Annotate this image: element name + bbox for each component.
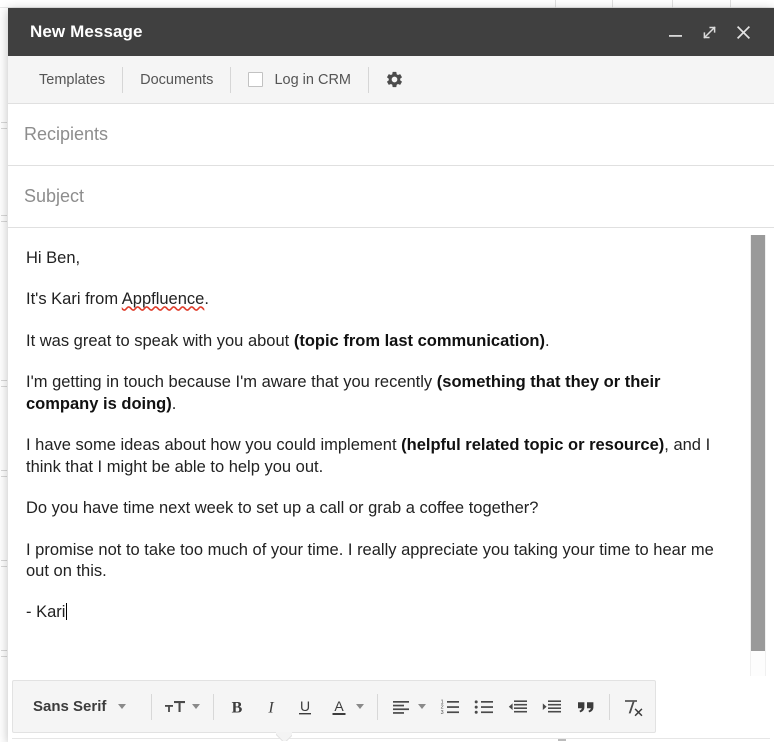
body-paragraph: I have some ideas about how you could im… [26, 436, 711, 476]
outdent-button[interactable] [501, 690, 535, 724]
chevron-down-icon [192, 704, 201, 709]
misspelled-word: Appfluence [121, 290, 205, 309]
format-toolbar-zone: Sans Serif B I U A 1 2 3 [8, 678, 774, 742]
font-family-dropdown[interactable]: Sans Serif [25, 690, 145, 724]
indent-icon [543, 699, 562, 712]
toolbar-divider [151, 693, 153, 720]
body-signature: - Kari [26, 603, 68, 622]
body-paragraph: It's Kari from Appfluence. [26, 290, 209, 309]
remove-formatting-button[interactable] [616, 690, 650, 724]
subject-field[interactable]: Subject [8, 166, 774, 228]
body-paragraph: I promise not to take too much of your t… [26, 540, 714, 580]
body-paragraph: It was great to speak with you about (to… [26, 331, 550, 350]
toolbar-divider [377, 693, 379, 720]
indent-button[interactable] [535, 690, 569, 724]
placeholder-token: (topic from last communication) [293, 331, 546, 350]
minimize-icon[interactable] [658, 15, 692, 49]
settings-button[interactable] [369, 65, 420, 95]
chevron-down-icon [356, 704, 365, 709]
text-color-dropdown[interactable]: A [322, 690, 371, 724]
log-in-crm-checkbox[interactable]: Log in CRM [231, 65, 368, 95]
blockquote-icon [578, 701, 594, 712]
text-color-icon: A [322, 690, 356, 724]
bulleted-list-button[interactable] [467, 690, 501, 724]
font-size-dropdown[interactable] [158, 690, 207, 724]
placeholder-token: (helpful related topic or resource) [401, 436, 665, 455]
toolbar-bottom-rule [12, 738, 770, 739]
align-left-icon [384, 690, 418, 724]
quote-button[interactable] [569, 690, 603, 724]
svg-text:A: A [335, 698, 345, 714]
subject-placeholder: Subject [24, 186, 85, 206]
align-dropdown[interactable] [384, 690, 433, 724]
svg-text:B: B [232, 699, 243, 716]
body-paragraph: I'm getting in touch because I'm aware t… [26, 373, 661, 413]
numbered-list-button[interactable]: 1 2 3 [433, 690, 467, 724]
recipients-placeholder: Recipients [24, 124, 109, 144]
templates-button[interactable]: Templates [22, 65, 122, 95]
format-toolbar-notch [276, 732, 292, 741]
body-scrollbar-thumb[interactable] [751, 235, 765, 651]
body-scrollbar[interactable] [750, 235, 766, 676]
log-in-crm-label: Log in CRM [274, 71, 351, 88]
bold-icon: B [232, 699, 243, 716]
checkbox-icon[interactable] [248, 72, 264, 87]
backdrop-left-ticks [0, 0, 8, 742]
chevron-down-icon [418, 704, 427, 709]
text-caret [66, 603, 68, 621]
message-body-input[interactable]: Hi Ben, It's Kari from Appfluence. It wa… [8, 228, 774, 678]
expand-icon[interactable] [692, 15, 726, 49]
underline-button[interactable]: U [288, 690, 322, 724]
page-title: New Message [30, 22, 143, 41]
message-body-area: Hi Ben, It's Kari from Appfluence. It wa… [8, 228, 774, 678]
svg-text:3: 3 [441, 709, 444, 715]
remove-formatting-icon [625, 699, 643, 716]
plugin-toolbar: Templates Documents Log in CRM [8, 56, 774, 104]
recipients-field[interactable]: Recipients [8, 104, 774, 166]
chevron-down-icon [118, 704, 127, 709]
close-icon[interactable] [726, 15, 760, 49]
send-area-indicator [558, 739, 566, 741]
toolbar-divider [609, 693, 611, 720]
body-paragraph: Do you have time next week to set up a c… [26, 499, 539, 518]
numbered-list-icon: 1 2 3 [441, 699, 460, 715]
svg-text:I: I [268, 699, 275, 716]
svg-text:U: U [300, 698, 310, 714]
bold-button[interactable]: B [220, 690, 254, 724]
body-paragraph: Hi Ben, [26, 249, 81, 267]
gear-icon [387, 71, 402, 88]
font-size-icon [158, 690, 192, 724]
italic-icon: I [268, 699, 275, 716]
bulleted-list-icon [475, 699, 494, 714]
italic-button[interactable]: I [254, 690, 288, 724]
font-family-value: Sans Serif [33, 698, 107, 715]
documents-button[interactable]: Documents [123, 65, 230, 95]
format-toolbar: Sans Serif B I U A 1 2 3 [12, 680, 656, 733]
underline-icon: U [299, 698, 312, 714]
compose-title-bar[interactable]: New Message [8, 8, 774, 56]
compose-window: New Message Templates Documents Log in C… [8, 8, 774, 742]
toolbar-divider [213, 693, 215, 720]
outdent-icon [509, 699, 528, 712]
